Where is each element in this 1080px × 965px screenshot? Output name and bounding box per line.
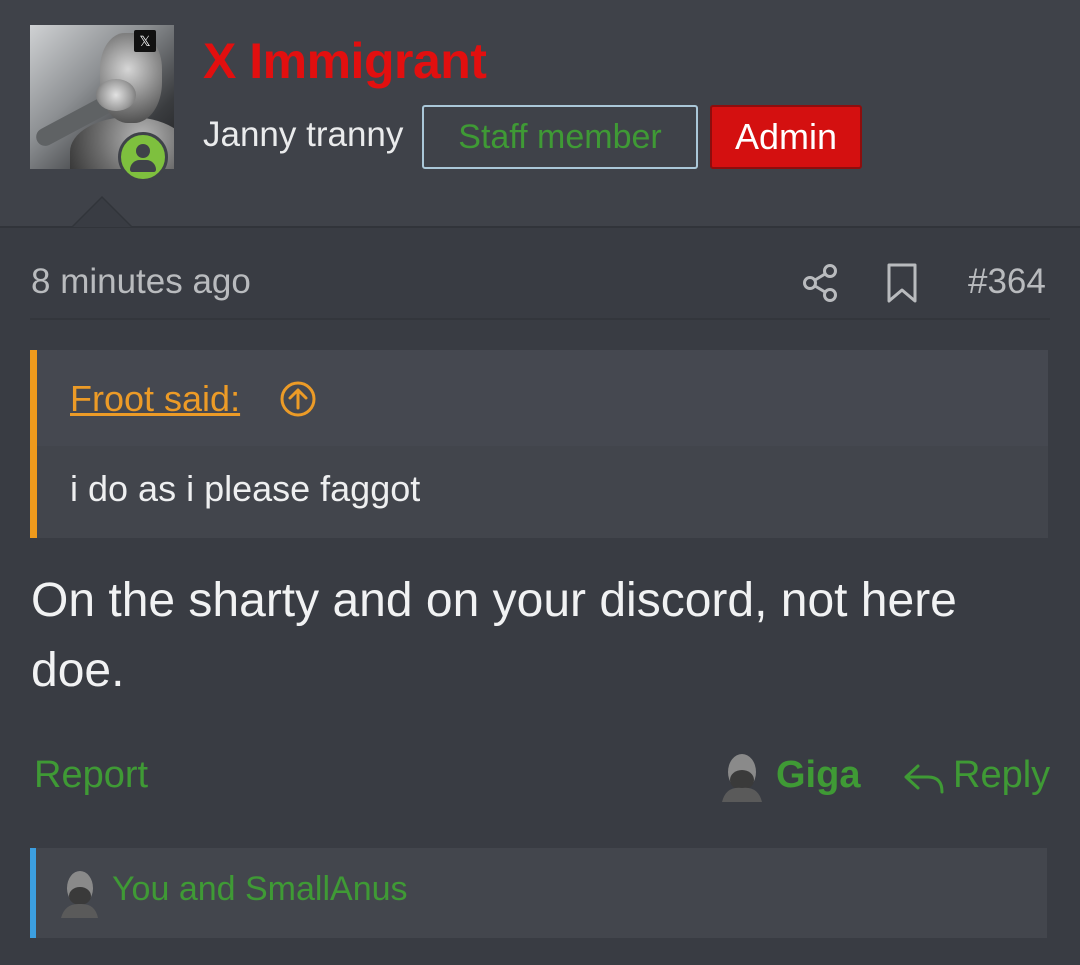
meta-divider bbox=[30, 318, 1050, 320]
share-icon[interactable] bbox=[800, 262, 842, 304]
quote-text: i do as i please faggot bbox=[70, 468, 421, 509]
user-title: Janny tranny bbox=[203, 115, 404, 154]
post-timestamp[interactable]: 8 minutes ago bbox=[31, 262, 251, 302]
reaction-button[interactable]: Giga bbox=[776, 754, 860, 797]
admin-badge: Admin bbox=[710, 105, 862, 169]
post-body-text: On the sharty and on your discord, not h… bbox=[31, 574, 957, 697]
report-link[interactable]: Report bbox=[34, 754, 148, 797]
bookmark-icon[interactable] bbox=[884, 262, 920, 304]
quote-author-link[interactable]: Froot said: bbox=[70, 378, 240, 420]
arrow-up-circle-icon[interactable] bbox=[279, 380, 317, 418]
giga-reaction-icon[interactable] bbox=[718, 752, 762, 802]
reply-icon[interactable] bbox=[902, 760, 946, 796]
post-number-link[interactable]: #364 bbox=[968, 262, 1046, 302]
avatar-microphone bbox=[96, 79, 136, 111]
username-link[interactable]: X Immigrant bbox=[203, 32, 487, 90]
header-pointer bbox=[73, 198, 131, 227]
reply-button[interactable]: Reply bbox=[953, 754, 1050, 797]
post-author-header: 𝕏 X Immigrant Janny tranny Staff member … bbox=[0, 0, 1080, 228]
reactions-summary-bar[interactable]: You and SmallAnus bbox=[30, 848, 1047, 938]
online-status-icon bbox=[118, 132, 168, 182]
reactions-summary-text[interactable]: You and SmallAnus bbox=[112, 870, 408, 909]
giga-reaction-icon bbox=[61, 871, 98, 918]
quote-block: Froot said: i do as i please faggot bbox=[30, 350, 1048, 538]
x-logo-icon: 𝕏 bbox=[134, 30, 156, 52]
staff-member-badge: Staff member bbox=[422, 105, 698, 169]
